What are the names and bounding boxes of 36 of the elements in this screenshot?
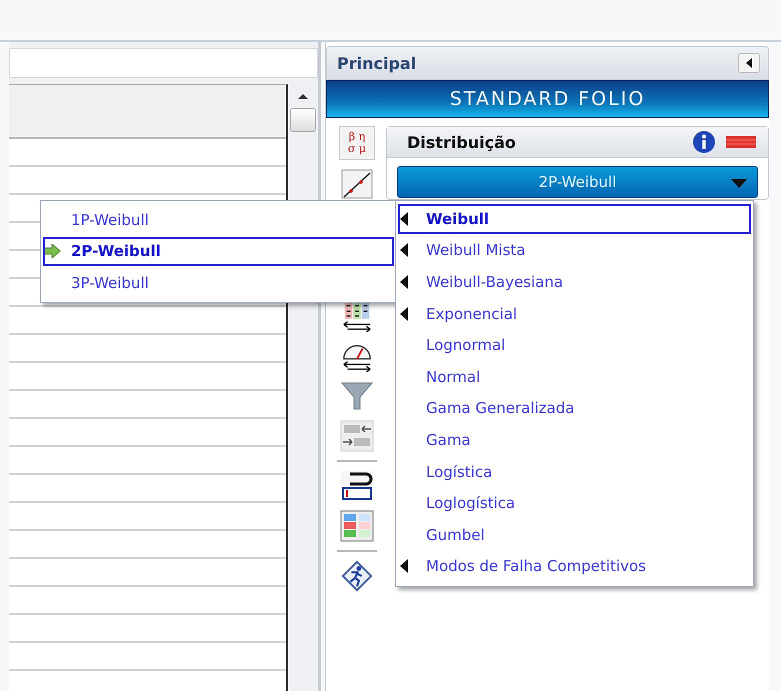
menu-item[interactable]: Normal [398,362,751,392]
menu-item[interactable]: Weibull-Bayesiana [398,267,751,297]
menu-item[interactable]: Loglogística [398,488,751,518]
input-field[interactable] [9,48,318,78]
funnel-icon[interactable] [340,380,374,412]
menu-item[interactable]: Exponencial [398,298,751,328]
menu-item[interactable]: Lognormal [398,330,751,360]
runner-sign-icon[interactable] [340,560,374,592]
menu-item[interactable]: Modos de Falha Competitivos [398,552,751,582]
colored-table-icon[interactable] [340,510,374,542]
menu-item[interactable]: Gumbel [398,520,751,550]
caret-icon [731,179,747,188]
collapse-button[interactable] [738,53,760,73]
greek-symbols: β η [348,131,366,143]
menu-item[interactable]: Logística [398,456,751,486]
close-bar-icon[interactable] [726,135,756,149]
bracket-icon[interactable] [340,470,374,502]
group-title: Distribuição [407,132,516,152]
menu-item[interactable]: Weibull Mista [398,236,751,266]
collapse-arrow-icon [745,58,753,68]
parameters-icon[interactable]: β η σ μ [339,126,375,160]
scroll-thumb[interactable] [290,108,316,132]
menu-item[interactable]: Gama Generalizada [398,394,751,424]
menu-item[interactable]: Weibull [398,204,751,234]
panel-title: Principal [337,54,416,72]
greek-symbols: σ μ [348,143,366,155]
distribution-dropdown[interactable]: 2P-Weibull [397,166,758,198]
arrow-icon [43,244,61,258]
submenu-item[interactable]: 3P-Weibull [43,268,394,298]
submenu-item[interactable]: 1P-Weibull [43,205,394,235]
scroll-up-icon[interactable] [297,92,309,100]
info-icon[interactable] [692,130,716,154]
convert-values-icon[interactable] [340,420,374,452]
menu-item[interactable]: Gama [398,425,751,455]
submenu-item[interactable]: 2P-Weibull [43,236,394,266]
folio-banner: STANDARD FOLIO [326,80,769,118]
